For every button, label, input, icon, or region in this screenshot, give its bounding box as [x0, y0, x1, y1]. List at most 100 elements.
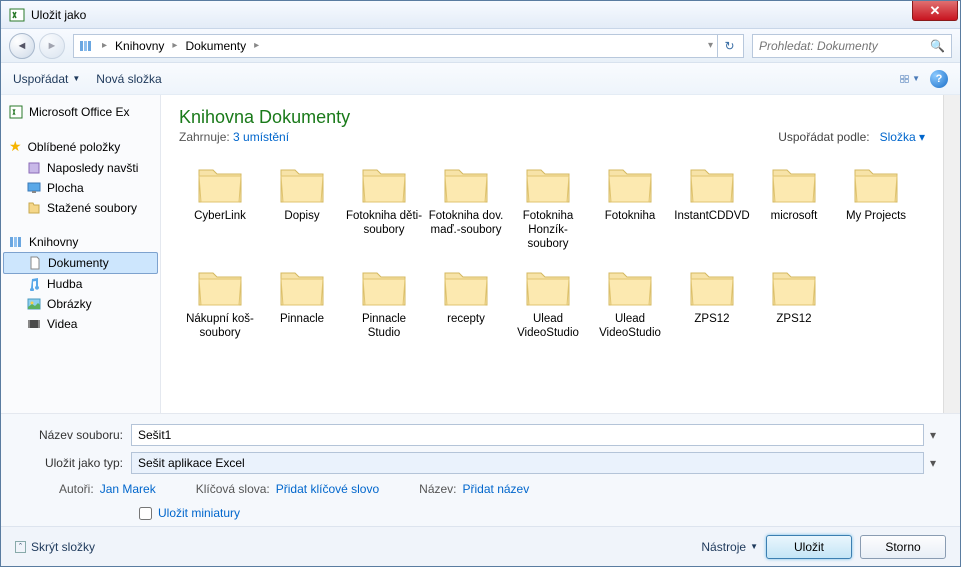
folder-item[interactable]: Fotokniha Honzík-soubory [507, 158, 589, 257]
folder-item[interactable]: recepty [425, 261, 507, 347]
dropdown-icon[interactable]: ▾ [924, 428, 942, 442]
breadcrumb[interactable]: ▸ Knihovny ▸ Dokumenty ▸ ▾ ↻ [73, 34, 744, 58]
back-button[interactable]: ◄ [9, 33, 35, 59]
organize-button[interactable]: Uspořádat ▼ [13, 72, 80, 86]
folder-icon [523, 164, 573, 206]
sidebar-item-music[interactable]: Hudba [1, 274, 160, 294]
save-thumbnails-checkbox[interactable] [139, 507, 152, 520]
desktop-icon [27, 181, 41, 195]
search-icon[interactable]: 🔍 [930, 39, 945, 53]
chevron-right-icon[interactable]: ▸ [102, 40, 107, 51]
search-input[interactable] [759, 39, 930, 53]
folder-label: Pinnacle Studio [345, 313, 423, 341]
folder-label: Fotokniha dov. maď.-soubory [427, 210, 505, 238]
folder-item[interactable]: ZPS12 [753, 261, 835, 347]
folder-icon [359, 164, 409, 206]
folder-icon [195, 164, 245, 206]
filename-input[interactable] [131, 424, 924, 446]
folder-label: microsoft [771, 210, 818, 224]
title-value[interactable]: Přidat název [463, 482, 530, 496]
sidebar-item-videos[interactable]: Videa [1, 314, 160, 334]
folder-item[interactable]: microsoft [753, 158, 835, 257]
dropdown-icon[interactable]: ▾ [924, 456, 942, 470]
save-thumbnails-label[interactable]: Uložit miniatury [158, 506, 240, 520]
folder-grid: CyberLinkDopisyFotokniha děti-souboryFot… [179, 158, 925, 347]
nav-bar: ◄ ► ▸ Knihovny ▸ Dokumenty ▸ ▾ ↻ 🔍 [1, 29, 960, 63]
new-folder-button[interactable]: Nová složka [96, 72, 161, 86]
footer: ˆ Skrýt složky Nástroje ▼ Uložit Storno [1, 526, 960, 566]
filename-label: Název souboru: [19, 428, 131, 442]
filetype-select[interactable] [131, 452, 924, 474]
keywords-value[interactable]: Přidat klíčové slovo [276, 482, 379, 496]
sidebar-item-desktop[interactable]: Plocha [1, 178, 160, 198]
library-title: Knihovna Dokumenty [179, 107, 350, 128]
folder-icon [523, 267, 573, 309]
folder-item[interactable]: Fotokniha [589, 158, 671, 257]
cancel-button[interactable]: Storno [860, 535, 946, 559]
dropdown-icon[interactable]: ▾ [708, 40, 713, 51]
folder-icon [441, 267, 491, 309]
folder-item[interactable]: Pinnacle [261, 261, 343, 347]
locations-link[interactable]: 3 umístění [233, 130, 289, 144]
folder-item[interactable]: Ulead VideoStudio [589, 261, 671, 347]
sidebar-item-downloads[interactable]: Stažené soubory [1, 198, 160, 218]
breadcrumb-item[interactable]: Knihovny [111, 37, 168, 55]
favorites-header[interactable]: ★ Oblíbené položky [1, 135, 160, 158]
chevron-right-icon[interactable]: ▸ [254, 40, 259, 51]
star-icon: ★ [9, 138, 22, 155]
folder-item[interactable]: Dopisy [261, 158, 343, 257]
search-box[interactable]: 🔍 [752, 34, 952, 58]
pictures-icon [27, 297, 41, 311]
folder-label: Fotokniha Honzík-soubory [509, 210, 587, 251]
hide-folders-button[interactable]: ˆ Skrýt složky [15, 540, 95, 554]
folder-item[interactable]: Fotokniha dov. maď.-soubory [425, 158, 507, 257]
folder-item[interactable]: ZPS12 [671, 261, 753, 347]
folder-label: Ulead VideoStudio [509, 313, 587, 341]
folder-label: Nákupní koš-soubory [181, 313, 259, 341]
folder-label: ZPS12 [694, 313, 729, 327]
chevron-down-icon: ▼ [750, 542, 758, 551]
folder-item[interactable]: CyberLink [179, 158, 261, 257]
arrange-by: Uspořádat podle: Složka ▾ [778, 130, 925, 144]
scrollbar[interactable] [943, 95, 960, 413]
view-mode-button[interactable]: ▼ [900, 71, 920, 87]
chevron-up-icon: ˆ [15, 541, 26, 553]
folder-label: My Projects [846, 210, 906, 224]
titlebar: Uložit jako ✕ [1, 1, 960, 29]
chevron-right-icon[interactable]: ▸ [172, 40, 177, 51]
folder-icon [769, 267, 819, 309]
sidebar: Microsoft Office Ex ★ Oblíbené položky N… [1, 95, 161, 413]
folder-label: CyberLink [194, 210, 246, 224]
refresh-button[interactable]: ↻ [717, 35, 741, 57]
downloads-icon [27, 201, 41, 215]
folder-label: Fotokniha děti-soubory [345, 210, 423, 238]
sidebar-item-pictures[interactable]: Obrázky [1, 294, 160, 314]
libraries-header[interactable]: Knihovny [1, 232, 160, 252]
help-button[interactable]: ? [930, 70, 948, 88]
close-button[interactable]: ✕ [912, 1, 958, 21]
folder-item[interactable]: My Projects [835, 158, 917, 257]
folder-icon [605, 164, 655, 206]
tools-button[interactable]: Nástroje ▼ [701, 540, 758, 554]
folder-icon [277, 164, 327, 206]
folder-item[interactable]: Nákupní koš-soubory [179, 261, 261, 347]
keywords-label: Klíčová slova: [196, 482, 270, 496]
folder-item[interactable]: InstantCDDVD [671, 158, 753, 257]
forward-button[interactable]: ► [39, 33, 65, 59]
excel-icon [9, 105, 23, 119]
folder-label: InstantCDDVD [674, 210, 749, 224]
sidebar-item-documents[interactable]: Dokumenty [3, 252, 158, 274]
breadcrumb-item[interactable]: Dokumenty [181, 37, 250, 55]
save-as-dialog: Uložit jako ✕ ◄ ► ▸ Knihovny ▸ Dokumenty… [0, 0, 961, 567]
folder-icon [605, 267, 655, 309]
music-icon [27, 277, 41, 291]
folder-item[interactable]: Ulead VideoStudio [507, 261, 589, 347]
authors-value[interactable]: Jan Marek [100, 482, 156, 496]
save-button[interactable]: Uložit [766, 535, 852, 559]
folder-item[interactable]: Pinnacle Studio [343, 261, 425, 347]
library-subtitle: Zahrnuje: 3 umístění [179, 130, 350, 144]
sidebar-item-recent[interactable]: Naposledy navšti [1, 158, 160, 178]
sidebar-top-item[interactable]: Microsoft Office Ex [1, 101, 160, 123]
arrange-by-link[interactable]: Složka ▾ [880, 130, 925, 144]
folder-item[interactable]: Fotokniha děti-soubory [343, 158, 425, 257]
